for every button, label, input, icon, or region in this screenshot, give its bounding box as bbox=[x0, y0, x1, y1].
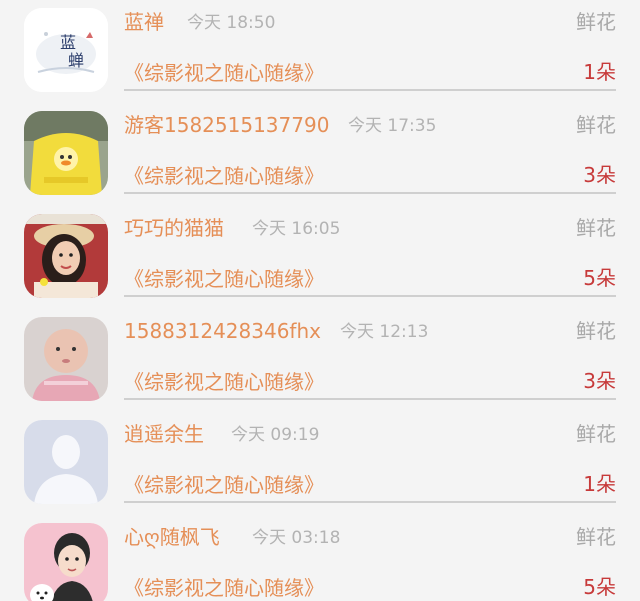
flower-count: 3朵 bbox=[583, 369, 616, 393]
divider bbox=[124, 501, 616, 503]
gift-list-item[interactable]: 游客1582515137790 今天 17:35 鲜花 《综影视之随心随缘》 3… bbox=[0, 103, 640, 206]
divider bbox=[124, 192, 616, 194]
gift-type-label: 鲜花 bbox=[576, 216, 616, 240]
timestamp: 今天 17:35 bbox=[348, 116, 437, 136]
divider bbox=[124, 398, 616, 400]
flower-count: 5朵 bbox=[583, 575, 616, 599]
avatar[interactable] bbox=[24, 523, 108, 601]
yellow-duck-sweater-photo bbox=[24, 111, 108, 195]
gift-type-label: 鲜花 bbox=[576, 319, 616, 343]
username[interactable]: 心ღ随枫飞 bbox=[124, 525, 220, 549]
gift-list-item[interactable]: 心ღ随枫飞 今天 03:18 鲜花 《综影视之随心随缘》 5朵 bbox=[0, 515, 640, 601]
gift-type-label: 鲜花 bbox=[576, 10, 616, 34]
divider bbox=[124, 295, 616, 297]
avatar[interactable] bbox=[24, 420, 108, 504]
flower-count: 3朵 bbox=[583, 163, 616, 187]
gift-list-item[interactable]: 1588312428346fhx 今天 12:13 鲜花 《综影视之随心随缘》 … bbox=[0, 309, 640, 412]
girl-straw-hat-photo bbox=[24, 214, 108, 298]
timestamp: 今天 03:18 bbox=[252, 528, 341, 548]
gift-type-label: 鲜花 bbox=[576, 113, 616, 137]
avatar[interactable] bbox=[24, 214, 108, 298]
username[interactable]: 逍遥余生 bbox=[124, 422, 204, 446]
work-title-link[interactable]: 《综影视之随心随缘》 bbox=[124, 267, 324, 291]
username[interactable]: 蓝禅 bbox=[124, 10, 164, 34]
timestamp: 今天 16:05 bbox=[252, 219, 341, 239]
default-user-silhouette-icon bbox=[24, 420, 108, 504]
work-title-link[interactable]: 《综影视之随心随缘》 bbox=[124, 164, 324, 188]
work-title-link[interactable]: 《综影视之随心随缘》 bbox=[124, 576, 324, 600]
username[interactable]: 游客1582515137790 bbox=[124, 113, 329, 137]
blue-zen-logo-icon: 蓝 蝉 bbox=[24, 8, 108, 92]
work-title-link[interactable]: 《综影视之随心随缘》 bbox=[124, 370, 324, 394]
avatar[interactable] bbox=[24, 317, 108, 401]
username[interactable]: 1588312428346fhx bbox=[124, 319, 321, 343]
flower-count: 1朵 bbox=[583, 60, 616, 84]
cartoon-boy-with-dog-icon bbox=[24, 523, 108, 601]
timestamp: 今天 18:50 bbox=[187, 13, 276, 33]
svg-text:蓝: 蓝 bbox=[60, 33, 76, 52]
gift-list: 蓝 蝉 蓝禅 今天 18:50 鲜花 《综影视之随心随缘》 1朵 游客15825… bbox=[0, 0, 640, 601]
gift-list-item[interactable]: 逍遥余生 今天 09:19 鲜花 《综影视之随心随缘》 1朵 bbox=[0, 412, 640, 515]
avatar[interactable]: 蓝 蝉 bbox=[24, 8, 108, 92]
flower-count: 1朵 bbox=[583, 472, 616, 496]
gift-type-label: 鲜花 bbox=[576, 422, 616, 446]
timestamp: 今天 12:13 bbox=[340, 322, 429, 342]
gift-list-item[interactable]: 巧巧的猫猫 今天 16:05 鲜花 《综影视之随心随缘》 5朵 bbox=[0, 206, 640, 309]
username[interactable]: 巧巧的猫猫 bbox=[124, 216, 224, 240]
work-title-link[interactable]: 《综影视之随心随缘》 bbox=[124, 61, 324, 85]
work-title-link[interactable]: 《综影视之随心随缘》 bbox=[124, 473, 324, 497]
gift-list-item[interactable]: 蓝 蝉 蓝禅 今天 18:50 鲜花 《综影视之随心随缘》 1朵 bbox=[0, 0, 640, 103]
baby-photo bbox=[24, 317, 108, 401]
gift-type-label: 鲜花 bbox=[576, 525, 616, 549]
divider bbox=[124, 89, 616, 91]
avatar[interactable] bbox=[24, 111, 108, 195]
timestamp: 今天 09:19 bbox=[231, 425, 320, 445]
flower-count: 5朵 bbox=[583, 266, 616, 290]
